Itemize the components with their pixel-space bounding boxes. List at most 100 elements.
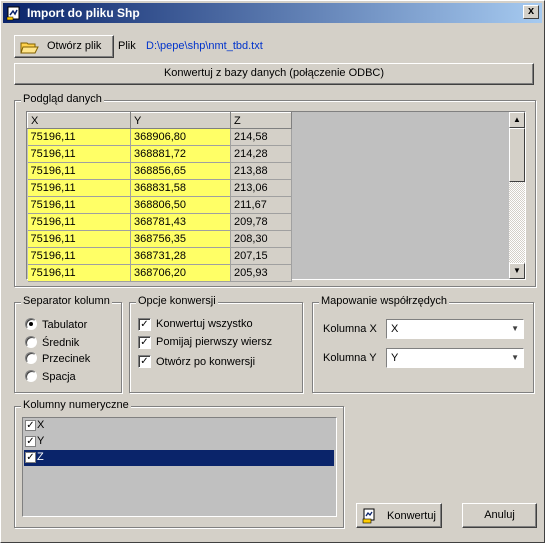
column-y-value: Y [391,352,399,364]
numeric-columns-list[interactable]: ✓ X ✓ Y ✓ Z [22,417,337,517]
table-row[interactable]: 75196,11 368856,65 213,88 [27,162,292,180]
radio-label[interactable]: Spacja [42,371,76,383]
preview-group-label: Podgląd danych [21,93,104,105]
preview-vertical-scrollbar[interactable]: ▲ ▼ [509,112,525,279]
close-button[interactable]: x [523,5,539,19]
cell-x[interactable]: 75196,11 [27,264,131,282]
separator-group-label: Separator kolumn [21,295,112,307]
cell-z[interactable]: 209,78 [230,213,292,231]
checkbox[interactable]: ✓ [25,420,36,431]
checkmark-icon: ✓ [140,319,149,330]
scroll-up-button[interactable]: ▲ [509,112,525,128]
column-y-select[interactable]: Y ▼ [386,348,524,368]
cell-y[interactable]: 368731,28 [130,247,231,265]
checkbox-label[interactable]: Konwertuj wszystko [156,318,253,330]
cell-x[interactable]: 75196,11 [27,230,131,248]
cell-y[interactable]: 368706,20 [130,264,231,282]
radio-button[interactable] [25,336,37,348]
col-header-y[interactable]: Y [130,112,231,129]
file-path: D:\pepe\shp\nmt_tbd.txt [146,40,263,52]
radio-button[interactable] [25,352,37,364]
convert-from-db-button[interactable]: Konwertuj z bazy danych (połączenie ODBC… [14,63,534,85]
cell-z[interactable]: 213,88 [230,162,292,180]
convert-label: Konwertuj [387,510,436,522]
cell-x[interactable]: 75196,11 [27,145,131,163]
checkmark-icon: ✓ [140,337,149,348]
cell-x[interactable]: 75196,11 [27,196,131,214]
table-row[interactable]: 75196,11 368781,43 209,78 [27,213,292,231]
table-row[interactable]: 75196,11 368806,50 211,67 [27,196,292,214]
app-icon [6,6,20,21]
cell-x[interactable]: 75196,11 [27,247,131,265]
radio-button[interactable] [25,318,37,330]
checkbox-label[interactable]: Pomijaj pierwszy wiersz [156,336,272,348]
arrow-up-icon: ▲ [513,115,521,124]
table-row[interactable]: 75196,11 368831,58 213,06 [27,179,292,197]
cell-y[interactable]: 368806,50 [130,196,231,214]
col-header-z[interactable]: Z [230,112,292,129]
list-item[interactable]: ✓ Z [24,450,334,466]
open-file-button[interactable]: Otwórz plik [14,35,114,58]
cell-y[interactable]: 368831,58 [130,179,231,197]
numeric-columns-group-label: Kolumny numeryczne [21,399,131,411]
cell-y[interactable]: 368781,43 [130,213,231,231]
table-row[interactable]: 75196,11 368706,20 205,93 [27,264,292,282]
list-item[interactable]: ✓ X [24,418,334,434]
checkbox[interactable]: ✓ [138,355,151,368]
cancel-label: Anuluj [484,509,515,521]
column-y-label: Kolumna Y [323,352,377,364]
checkbox-label[interactable]: Otwórz po konwersji [156,356,255,368]
radio-button[interactable] [25,370,37,382]
cell-z[interactable]: 208,30 [230,230,292,248]
import-shp-dialog: Import do pliku Shp x Otwórz plik Plik D… [0,0,545,543]
column-x-select[interactable]: X ▼ [386,319,524,339]
column-x-label: Kolumna X [323,323,377,335]
preview-grid[interactable]: X Y Z 75196,11 368906,80 214,58 75196,11… [26,111,526,282]
checkbox[interactable]: ✓ [25,452,36,463]
chevron-down-icon: ▼ [511,353,519,362]
cell-z[interactable]: 205,93 [230,264,292,282]
checkbox[interactable]: ✓ [25,436,36,447]
cell-x[interactable]: 75196,11 [27,179,131,197]
preview-table: X Y Z 75196,11 368906,80 214,58 75196,11… [27,112,292,282]
column-x-value: X [391,323,399,335]
cell-z[interactable]: 207,15 [230,247,292,265]
window-title: Import do pliku Shp [27,6,140,20]
cell-z[interactable]: 214,28 [230,145,292,163]
cell-z[interactable]: 214,58 [230,128,292,146]
table-row[interactable]: 75196,11 368731,28 207,15 [27,247,292,265]
convert-icon [362,508,375,524]
cancel-button[interactable]: Anuluj [462,503,537,528]
open-folder-icon [20,42,39,54]
scroll-thumb[interactable] [509,128,525,182]
close-icon: x [527,5,535,17]
convert-from-db-label: Konwertuj z bazy danych (połączenie ODBC… [163,67,385,79]
convert-button[interactable]: Konwertuj [356,503,442,528]
coordinate-mapping-group-label: Mapowanie współrzędych [319,295,449,307]
cell-x[interactable]: 75196,11 [27,128,131,146]
table-row[interactable]: 75196,11 368881,72 214,28 [27,145,292,163]
cell-z[interactable]: 211,67 [230,196,292,214]
title-bar[interactable]: Import do pliku Shp x [3,3,542,23]
col-header-x[interactable]: X [27,112,131,129]
cell-y[interactable]: 368856,65 [130,162,231,180]
checkbox[interactable]: ✓ [138,318,151,331]
table-row[interactable]: 75196,11 368906,80 214,58 [27,128,292,146]
list-item[interactable]: ✓ Y [24,434,334,450]
conversion-options-group-label: Opcje konwersji [136,295,218,307]
radio-label[interactable]: Przecinek [42,353,90,365]
cell-x[interactable]: 75196,11 [27,213,131,231]
cell-x[interactable]: 75196,11 [27,162,131,180]
scroll-down-button[interactable]: ▼ [509,263,525,279]
list-item-label: X [37,419,45,431]
radio-label[interactable]: Średnik [42,337,79,349]
checkbox[interactable]: ✓ [138,336,151,349]
cell-z[interactable]: 213,06 [230,179,292,197]
radio-label[interactable]: Tabulator [42,319,87,331]
table-row[interactable]: 75196,11 368756,35 208,30 [27,230,292,248]
checkmark-icon: ✓ [140,356,149,367]
cell-y[interactable]: 368756,35 [130,230,231,248]
cell-y[interactable]: 368881,72 [130,145,231,163]
arrow-down-icon: ▼ [513,266,521,275]
cell-y[interactable]: 368906,80 [130,128,231,146]
